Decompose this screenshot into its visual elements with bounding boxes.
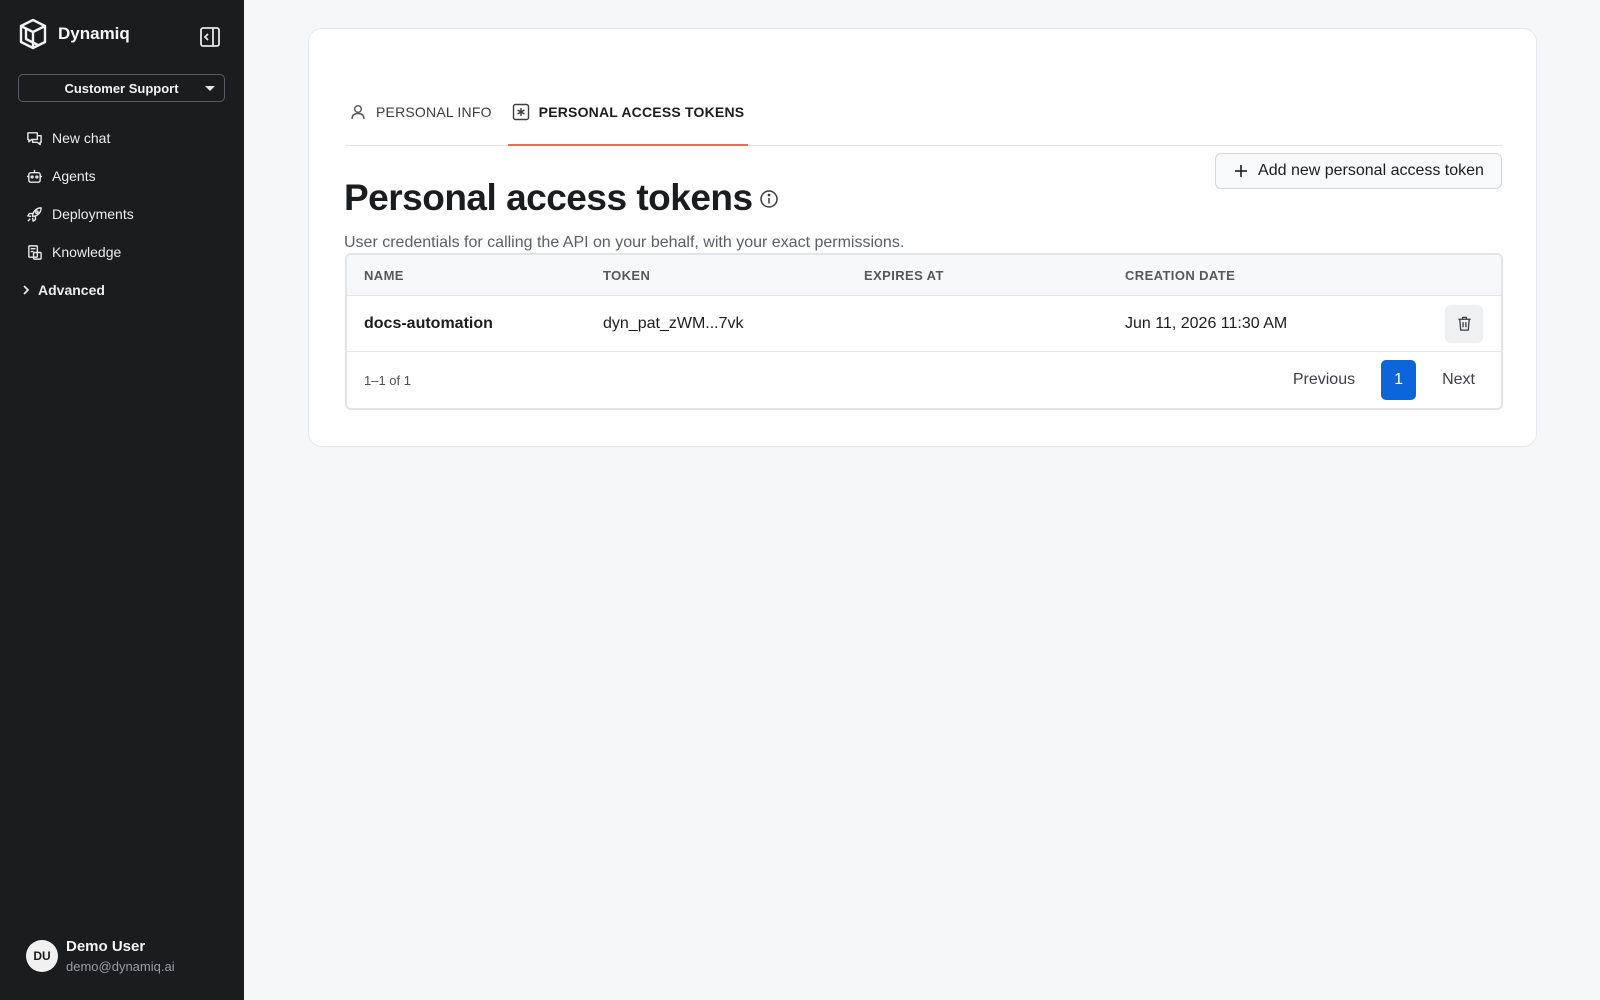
token-name: docs-automation [364,314,493,332]
token-value: dyn_pat_zWM...7vk [603,314,744,332]
pagination-range: 1–1 of 1 [364,372,411,388]
avatar: DU [26,940,58,972]
trash-icon [1457,316,1471,331]
user-email: demo@dynamiq.ai [66,959,175,974]
asterisk-box-icon [512,103,529,120]
page-title-row: Personal access tokens [344,177,779,219]
user-icon [351,104,365,119]
tabs: PERSONAL INFO PERSONAL ACCESS TOKENS [345,79,1503,146]
sidebar-item-knowledge[interactable]: Knowledge [18,233,225,271]
tokens-table: NAME TOKEN EXPIRES AT CREATION DATE docs… [345,253,1503,410]
sidebar-nav: New chat Agents Deployments Knowledge Ad… [18,119,225,309]
previous-page-button[interactable]: Previous [1283,360,1365,400]
robot-icon [26,169,43,183]
table-footer: 1–1 of 1 Previous 1 Next [347,352,1501,408]
sidebar-item-new-chat[interactable]: New chat [18,119,225,157]
pagination: Previous 1 Next [1283,360,1485,400]
add-token-button-label: Add new personal access token [1258,162,1484,179]
dynamiq-logo-icon [19,18,47,50]
chat-icon [27,131,42,145]
page-subtitle: User credentials for calling the API on … [344,234,905,251]
user-profile[interactable]: DU Demo User demo@dynamiq.ai [26,938,175,974]
tab-personal-info[interactable]: PERSONAL INFO [345,78,496,145]
brand[interactable]: Dynamiq [18,18,130,50]
column-header-creation-date: CREATION DATE [1125,267,1236,283]
page-number-button[interactable]: 1 [1381,360,1417,400]
tab-label: PERSONAL INFO [376,103,492,120]
rocket-icon [27,206,42,222]
workspace-select-value: Customer Support [64,80,179,96]
table-header: NAME TOKEN EXPIRES AT CREATION DATE [347,255,1501,296]
token-creation-date: Jun 11, 2026 11:30 AM [1125,314,1288,332]
user-name: Demo User [66,938,146,955]
delete-token-button[interactable] [1445,304,1483,343]
add-token-button[interactable]: Add new personal access token [1215,153,1502,189]
workspace-select[interactable]: Customer Support [18,74,225,102]
sidebar-toggle-icon [200,27,220,47]
sidebar-item-label: Deployments [52,206,134,222]
sidebar-item-label: New chat [52,130,111,146]
sidebar: Dynamiq Customer Support New chat Agents… [0,0,244,1000]
sidebar-item-label: Agents [52,168,96,184]
tab-label: PERSONAL ACCESS TOKENS [538,103,745,120]
sidebar-item-agents[interactable]: Agents [18,157,225,195]
chevron-down-icon [205,86,215,91]
collapse-sidebar-button[interactable] [198,26,222,48]
chevron-right-icon [23,285,30,295]
next-page-button[interactable]: Next [1432,360,1485,400]
sidebar-item-advanced[interactable]: Advanced [18,271,225,309]
column-header-expires-at: EXPIRES AT [864,267,944,283]
brand-name: Dynamiq [58,24,130,43]
sidebar-item-deployments[interactable]: Deployments [18,195,225,233]
table-row: docs-automation dyn_pat_zWM...7vk Jun 11… [347,296,1501,352]
plus-icon [1235,165,1248,177]
knowledge-icon [28,244,42,260]
sidebar-item-label: Knowledge [52,244,122,260]
info-icon[interactable] [759,189,779,209]
sidebar-item-label: Advanced [38,282,105,298]
column-header-name: NAME [364,267,404,283]
tab-personal-access-tokens[interactable]: PERSONAL ACCESS TOKENS [507,78,749,146]
column-header-token: TOKEN [603,267,651,283]
settings-card: PERSONAL INFO PERSONAL ACCESS TOKENS Per… [308,28,1537,447]
page-title: Personal access tokens [344,177,753,218]
